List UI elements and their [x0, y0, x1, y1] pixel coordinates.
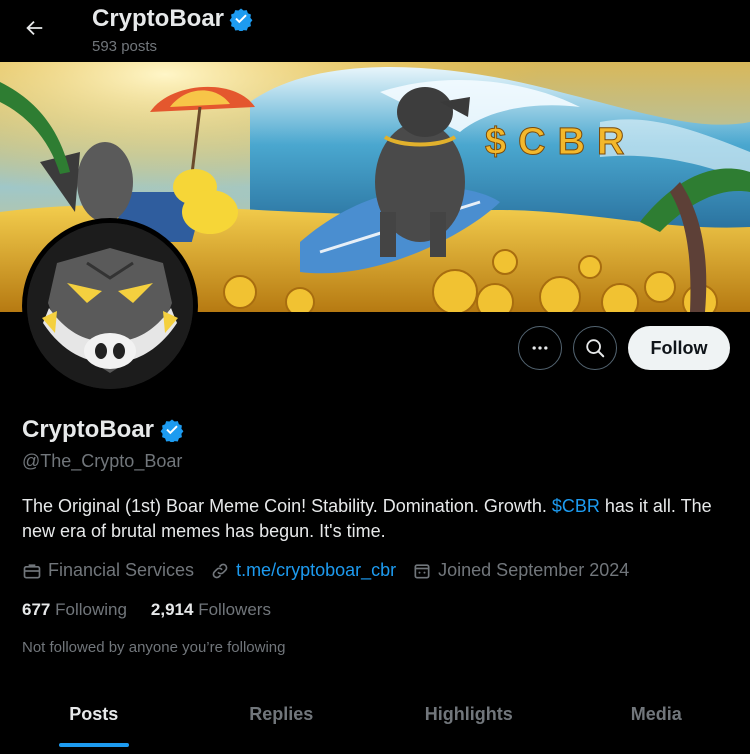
- profile-header: CryptoBoar 593 posts: [0, 0, 750, 62]
- search-profile-button[interactable]: [573, 326, 617, 370]
- category-item: Financial Services: [22, 560, 194, 581]
- following-label: Following: [55, 600, 127, 619]
- profile-avatar[interactable]: [22, 218, 198, 394]
- followers-label: Followers: [198, 600, 271, 619]
- cashtag-link[interactable]: $CBR: [552, 496, 600, 516]
- posts-count: 593 posts: [92, 38, 158, 55]
- verified-badge-icon[interactable]: [160, 418, 184, 442]
- joined-item: Joined September 2024: [412, 560, 629, 581]
- more-button[interactable]: [518, 326, 562, 370]
- profile-name: CryptoBoar: [22, 416, 155, 443]
- link-icon: [212, 563, 228, 578]
- profile-bio: The Original (1st) Boar Meme Coin! Stabi…: [22, 494, 737, 544]
- search-icon: [586, 339, 605, 358]
- banner-ticker-text: $CBR: [485, 121, 636, 163]
- follow-stats: 677 Following 2,914 Followers: [22, 600, 295, 620]
- tab-media[interactable]: Media: [563, 680, 750, 754]
- boar-mask-logo: [27, 223, 193, 389]
- tab-highlights[interactable]: Highlights: [375, 680, 563, 754]
- tab-replies[interactable]: Replies: [188, 680, 376, 754]
- following-count: 677: [22, 600, 51, 619]
- profile-meta: Financial Services t.me/cryptoboar_cbr J…: [22, 560, 645, 581]
- tab-posts[interactable]: Posts: [0, 680, 188, 754]
- active-tab-indicator: [58, 743, 129, 747]
- more-horizontal-icon: [532, 346, 548, 350]
- briefcase-icon: [23, 563, 41, 578]
- website-item[interactable]: t.me/cryptoboar_cbr: [210, 560, 396, 581]
- profile-handle: @The_Crypto_Boar: [22, 451, 183, 471]
- tab-label: Highlights: [424, 704, 513, 724]
- category-label: Financial Services: [48, 560, 195, 580]
- header-name: CryptoBoar: [92, 5, 225, 32]
- back-button[interactable]: [16, 10, 52, 46]
- follow-button[interactable]: Follow: [628, 326, 730, 370]
- verified-badge-icon: [229, 8, 253, 31]
- arrow-left-icon: [26, 20, 43, 36]
- followers-link[interactable]: 2,914 Followers: [151, 600, 271, 620]
- following-link[interactable]: 677 Following: [22, 600, 127, 620]
- bio-text: The Original (1st) Boar Meme Coin! Stabi…: [22, 496, 552, 516]
- profile-name-row: CryptoBoar: [22, 416, 184, 444]
- mutual-followers-note: Not followed by anyone you’re following: [22, 639, 286, 656]
- tab-label: Media: [630, 704, 682, 724]
- tab-label: Replies: [249, 704, 314, 724]
- joined-date: Joined September 2024: [438, 560, 630, 580]
- followers-count: 2,914: [150, 600, 194, 619]
- calendar-icon: [414, 563, 430, 578]
- website-link[interactable]: t.me/cryptoboar_cbr: [236, 560, 396, 581]
- profile-tabs: Posts Replies Highlights Media: [0, 680, 750, 754]
